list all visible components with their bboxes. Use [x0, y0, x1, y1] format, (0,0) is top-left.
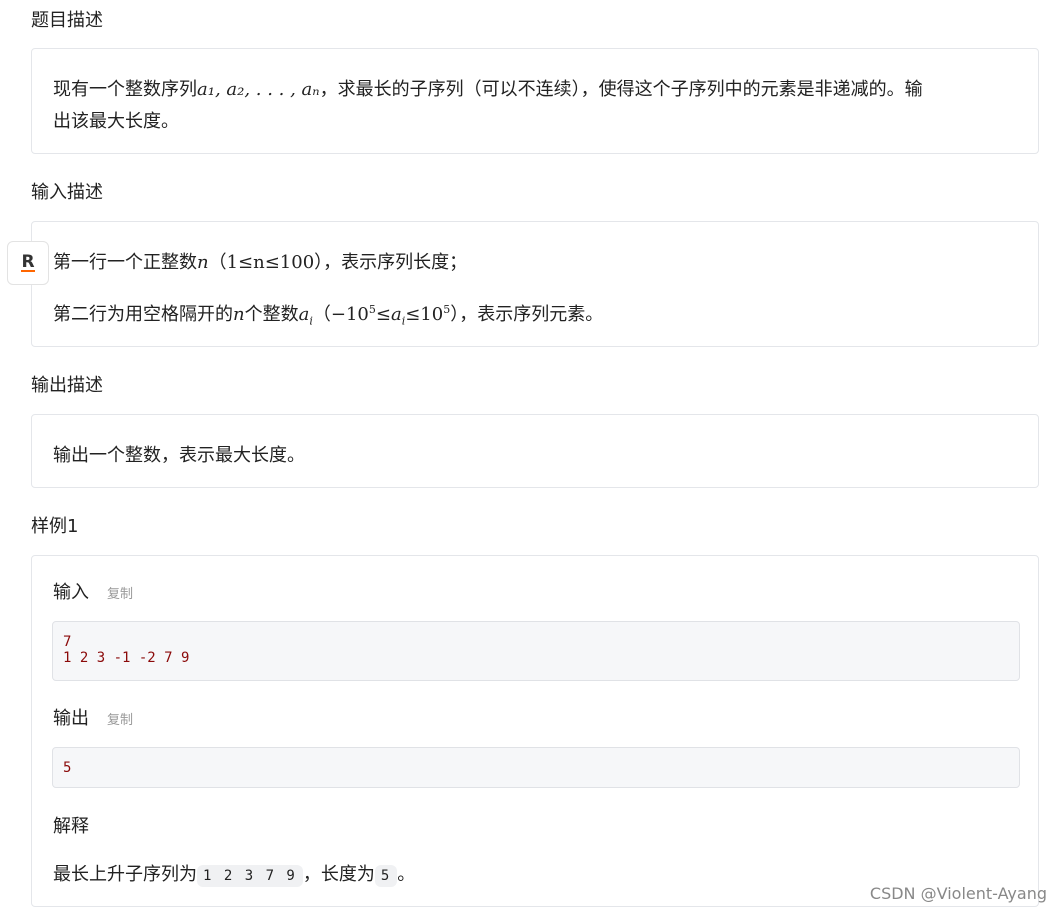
- math-range: 1≤n≤100: [226, 252, 315, 273]
- text: 。: [397, 864, 416, 885]
- explain-label: 解释: [53, 816, 89, 837]
- text: ），表示序列长度；: [314, 252, 468, 273]
- sample-input-header: 输入 复制: [53, 578, 133, 604]
- input-line2: 第二行为用空格隔开的n个整数ai（−105≤ai≤105），表示序列元素。: [53, 300, 603, 328]
- sample-input-code: 7 1 2 3 -1 -2 7 9: [52, 621, 1020, 681]
- math: n: [197, 252, 209, 273]
- math: a: [298, 304, 310, 325]
- text: 第二行为用空格隔开的: [53, 304, 233, 325]
- description-line2: 出该最大长度。: [53, 111, 179, 132]
- explain-text: 最长上升子序列为 1 2 3 7 9 ，长度为 5。: [53, 860, 416, 887]
- math: −10: [330, 304, 369, 325]
- text: （: [208, 252, 227, 273]
- text: 最长上升子序列为: [53, 864, 197, 885]
- watermark: CSDN @Violent-Ayang: [869, 884, 1047, 903]
- text: 第一行一个正整数: [53, 252, 197, 273]
- text: ，长度为: [302, 864, 375, 885]
- sample-box: 输入 复制 7 1 2 3 -1 -2 7 9 输出 复制 5 解释 最长上升子序列…: [31, 555, 1039, 907]
- sample-output-label: 输出: [53, 708, 89, 729]
- side-r-button[interactable]: R: [7, 241, 49, 285]
- math: ≤a: [375, 304, 402, 325]
- r-logo-icon: R: [21, 251, 35, 272]
- text: ），表示序列元素。: [450, 304, 604, 325]
- copy-input-button[interactable]: 复制: [107, 587, 133, 602]
- input-box: 第一行一个正整数n（1≤n≤100），表示序列长度； 第二行为用空格隔开的n个整…: [31, 221, 1039, 347]
- inline-code: 1 2 3 7 9: [197, 865, 303, 887]
- input-heading: 输入描述: [31, 182, 103, 203]
- text: ，求最长的子序列（可以不连续），使得这个子序列中的元素是非递减的。输: [319, 79, 923, 100]
- text: 现有一个整数序列: [53, 79, 197, 100]
- sample-output-header: 输出 复制: [53, 704, 133, 730]
- inline-code: 5: [374, 865, 398, 887]
- math-sequence: a₁, a₂, . . . , aₙ: [197, 79, 320, 100]
- description-box: 现有一个整数序列a₁, a₂, . . . , aₙ，求最长的子序列（可以不连续…: [31, 48, 1039, 154]
- output-heading: 输出描述: [31, 375, 103, 396]
- description-line1: 现有一个整数序列a₁, a₂, . . . , aₙ，求最长的子序列（可以不连续…: [53, 75, 923, 101]
- sample-output-code: 5: [52, 747, 1020, 788]
- text: （: [312, 304, 331, 325]
- sample-heading: 样例1: [31, 516, 79, 537]
- math: ≤10: [405, 304, 444, 325]
- math: n: [233, 304, 245, 325]
- copy-output-button[interactable]: 复制: [107, 713, 133, 728]
- input-line1: 第一行一个正整数n（1≤n≤100），表示序列长度；: [53, 248, 467, 274]
- description-heading: 题目描述: [31, 10, 103, 31]
- sample-input-label: 输入: [53, 582, 89, 603]
- output-box: 输出一个整数，表示最大长度。: [31, 414, 1039, 488]
- output-text: 输出一个整数，表示最大长度。: [53, 445, 305, 466]
- text: 个整数: [244, 304, 299, 325]
- math: 5: [368, 303, 376, 316]
